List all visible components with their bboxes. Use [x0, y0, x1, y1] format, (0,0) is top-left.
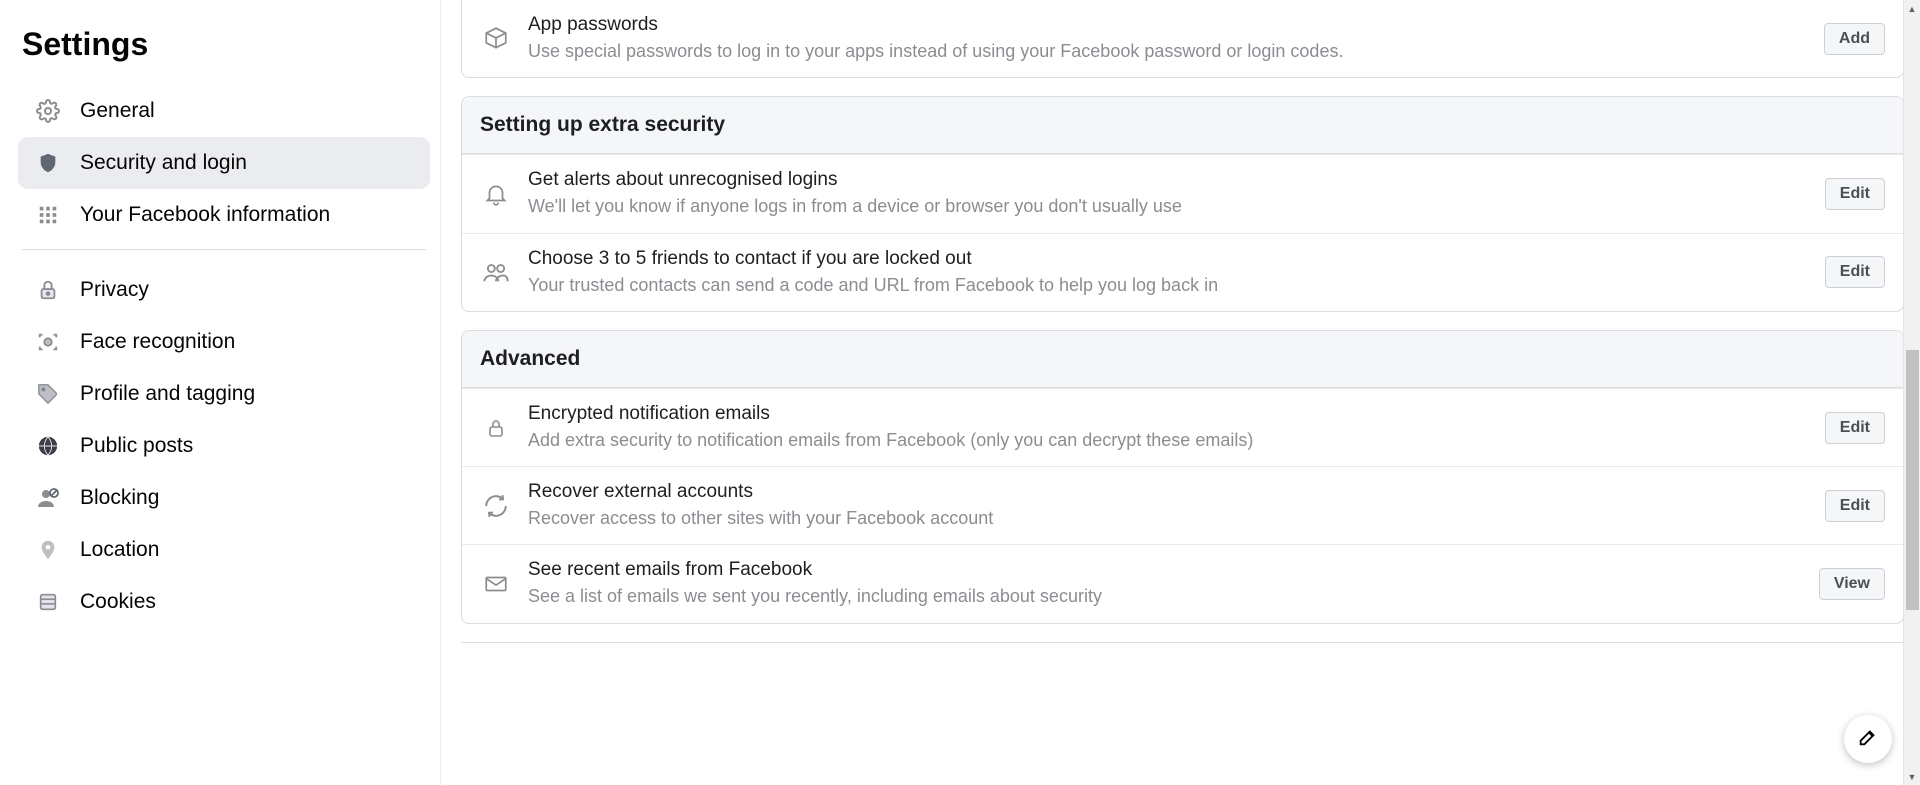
row-desc: Add extra security to notification email… [528, 428, 1809, 452]
row-app-passwords: App passwords Use special passwords to l… [462, 0, 1903, 77]
gear-icon [34, 97, 62, 125]
sidebar-item-your-info[interactable]: Your Facebook information [18, 189, 430, 241]
bell-icon [480, 178, 512, 210]
sidebar-item-label: Profile and tagging [80, 382, 255, 406]
friends-icon [480, 256, 512, 288]
sidebar-item-label: Location [80, 538, 159, 562]
edit-button[interactable]: Edit [1825, 178, 1885, 210]
compose-button[interactable] [1844, 715, 1892, 763]
sidebar-item-public-posts[interactable]: Public posts [18, 420, 430, 472]
row-desc: Use special passwords to log in to your … [528, 39, 1808, 63]
row-title: Encrypted notification emails [528, 403, 1809, 425]
sidebar-item-cookies[interactable]: Cookies [18, 576, 430, 628]
row-title: Choose 3 to 5 friends to contact if you … [528, 248, 1809, 270]
row-title: See recent emails from Facebook [528, 559, 1803, 581]
lock-icon [34, 276, 62, 304]
compose-icon [1857, 726, 1879, 753]
row-title: Recover external accounts [528, 481, 1809, 503]
sidebar-item-label: Privacy [80, 278, 149, 302]
section-header: Advanced [462, 331, 1903, 388]
main-content: App passwords Use special passwords to l… [441, 0, 1920, 785]
row-desc: See a list of emails we sent you recentl… [528, 584, 1803, 608]
tag-icon [34, 380, 62, 408]
sidebar-item-security[interactable]: Security and login [18, 137, 430, 189]
sidebar-item-label: General [80, 99, 155, 123]
grid-icon [34, 201, 62, 229]
settings-sidebar: Settings General Security and login Your… [0, 0, 440, 785]
edit-button[interactable]: Edit [1825, 256, 1885, 288]
edit-button[interactable]: Edit [1825, 490, 1885, 522]
row-encrypted-emails: Encrypted notification emails Add extra … [462, 388, 1903, 466]
add-button[interactable]: Add [1824, 23, 1885, 55]
divider [461, 642, 1904, 643]
sidebar-item-face[interactable]: Face recognition [18, 316, 430, 368]
row-title: Get alerts about unrecognised logins [528, 169, 1809, 191]
scrollbar[interactable]: ▲ ▼ [1903, 0, 1920, 785]
block-user-icon [34, 484, 62, 512]
divider [22, 249, 426, 250]
face-scan-icon [34, 328, 62, 356]
sidebar-item-label: Public posts [80, 434, 193, 458]
sidebar-item-label: Security and login [80, 151, 247, 175]
row-title: App passwords [528, 14, 1808, 36]
scroll-down-arrow[interactable]: ▼ [1904, 768, 1920, 785]
row-desc: We'll let you know if anyone logs in fro… [528, 194, 1809, 218]
refresh-icon [480, 490, 512, 522]
section-extra-security: Setting up extra security Get alerts abo… [461, 96, 1904, 312]
shield-icon [34, 149, 62, 177]
row-desc: Recover access to other sites with your … [528, 506, 1809, 530]
section-header: Setting up extra security [462, 97, 1903, 154]
row-desc: Your trusted contacts can send a code an… [528, 273, 1809, 297]
sidebar-item-profile-tag[interactable]: Profile and tagging [18, 368, 430, 420]
sidebar-item-label: Cookies [80, 590, 156, 614]
sidebar-item-privacy[interactable]: Privacy [18, 264, 430, 316]
box-icon [480, 23, 512, 55]
row-recover-external: Recover external accounts Recover access… [462, 466, 1903, 544]
scroll-up-arrow[interactable]: ▲ [1904, 0, 1920, 17]
row-recent-emails: See recent emails from Facebook See a li… [462, 544, 1903, 622]
envelope-icon [480, 568, 512, 600]
location-pin-icon [34, 536, 62, 564]
sidebar-item-label: Face recognition [80, 330, 235, 354]
row-unrecognised-logins: Get alerts about unrecognised logins We'… [462, 154, 1903, 232]
edit-button[interactable]: Edit [1825, 412, 1885, 444]
row-trusted-contacts: Choose 3 to 5 friends to contact if you … [462, 233, 1903, 311]
scrollbar-thumb[interactable] [1906, 350, 1919, 610]
globe-icon [34, 432, 62, 460]
sidebar-item-label: Your Facebook information [80, 203, 330, 227]
section-advanced: Advanced Encrypted notification emails A… [461, 330, 1904, 624]
sidebar-item-general[interactable]: General [18, 85, 430, 137]
sidebar-item-blocking[interactable]: Blocking [18, 472, 430, 524]
cookies-icon [34, 588, 62, 616]
view-button[interactable]: View [1819, 568, 1885, 600]
page-title: Settings [22, 26, 430, 63]
sidebar-item-location[interactable]: Location [18, 524, 430, 576]
sidebar-item-label: Blocking [80, 486, 159, 510]
lock-icon [480, 412, 512, 444]
